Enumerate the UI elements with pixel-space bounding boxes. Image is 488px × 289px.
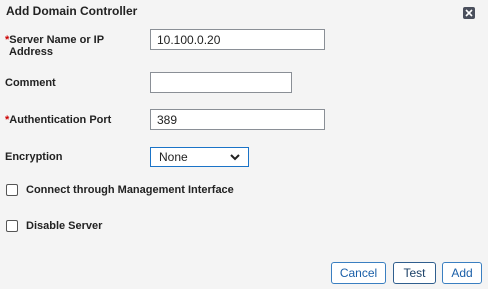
encryption-selected-value: None bbox=[159, 150, 188, 164]
mgmt-interface-label[interactable]: Connect through Management Interface bbox=[26, 184, 234, 196]
comment-input[interactable] bbox=[150, 72, 292, 93]
disable-server-label[interactable]: Disable Server bbox=[26, 220, 102, 232]
auth-port-label-text: Authentication Port bbox=[9, 114, 112, 126]
comment-label: Comment bbox=[5, 77, 56, 89]
test-button[interactable]: Test bbox=[393, 262, 436, 284]
chevron-down-icon bbox=[230, 153, 240, 161]
auth-port-input[interactable] bbox=[150, 109, 325, 130]
encryption-select[interactable]: None bbox=[150, 147, 249, 167]
auth-port-label: *Authentication Port bbox=[5, 114, 111, 126]
server-name-input[interactable] bbox=[150, 29, 325, 50]
close-icon bbox=[465, 9, 473, 17]
encryption-label: Encryption bbox=[5, 151, 63, 163]
server-name-label-line2: Address bbox=[9, 46, 54, 58]
add-domain-controller-dialog: Add Domain Controller *Server Name or IP… bbox=[0, 0, 488, 289]
add-button[interactable]: Add bbox=[442, 262, 482, 284]
disable-server-checkbox[interactable] bbox=[6, 220, 18, 232]
cancel-button[interactable]: Cancel bbox=[331, 262, 386, 284]
close-button[interactable] bbox=[463, 7, 475, 19]
server-name-label-line1: Server Name or IP bbox=[9, 34, 105, 46]
mgmt-interface-checkbox[interactable] bbox=[6, 184, 18, 196]
dialog-title: Add Domain Controller bbox=[6, 4, 138, 18]
server-name-label: *Server Name or IP Address bbox=[5, 34, 104, 58]
